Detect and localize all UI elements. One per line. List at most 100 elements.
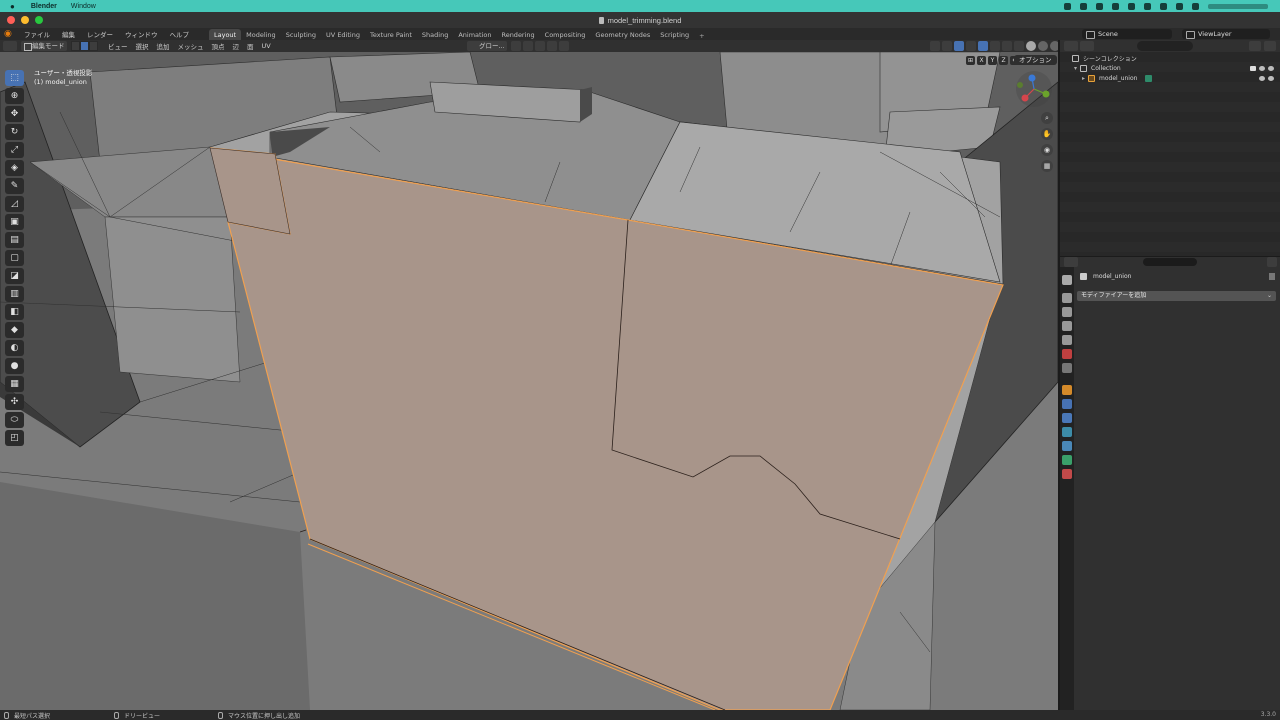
outliner-row-model-union[interactable]: ▸ model_union [1060, 73, 1280, 83]
pin-icon[interactable] [1267, 257, 1277, 267]
eye-icon[interactable] [1259, 75, 1265, 81]
menu-mesh[interactable]: メッシュ [174, 41, 208, 51]
shear-tool[interactable]: ⬭ [5, 412, 24, 428]
menu-select[interactable]: 選択 [132, 41, 153, 51]
material-shading-icon[interactable] [1038, 41, 1048, 51]
camera-view-icon[interactable]: ◉ [1041, 144, 1053, 156]
tab-modeling[interactable]: Modeling [241, 29, 281, 40]
filter-icon[interactable] [1249, 41, 1261, 51]
transform-orientation-dropdown[interactable]: グロー... [467, 41, 507, 51]
move-tool[interactable]: ✥ [5, 106, 24, 122]
3d-viewport[interactable]: ユーザー・透視投影 (1) model_union ⬚ ⊕ ✥ ↻ ⤢ ◈ ✎ … [0, 52, 1058, 710]
add-workspace-button[interactable]: + [694, 32, 709, 40]
knife-tool[interactable]: ◧ [5, 304, 24, 320]
menu-edit[interactable]: 編集 [56, 29, 81, 39]
overlay-dropdown-icon[interactable] [978, 41, 988, 51]
visibility-icon[interactable] [930, 41, 940, 51]
minimize-window-button[interactable] [21, 16, 29, 24]
collection-tab-icon[interactable] [1062, 363, 1072, 373]
material-tab-icon[interactable] [1062, 469, 1072, 479]
control-center-icon[interactable] [1192, 2, 1199, 10]
cursor-tool[interactable]: ⊕ [5, 88, 24, 104]
render-tab-icon[interactable] [1062, 293, 1072, 303]
pin-icon[interactable] [1269, 273, 1275, 280]
view-layer-selector[interactable]: ViewLayer [1182, 29, 1270, 39]
menu-render[interactable]: レンダー [81, 29, 119, 39]
properties-search-input[interactable] [1143, 258, 1197, 266]
add-cube-tool[interactable]: ▣ [5, 214, 24, 230]
shrink-fatten-tool[interactable]: ✣ [5, 394, 24, 410]
properties-editor-type-button[interactable] [1064, 257, 1078, 267]
display-mode-button[interactable] [1080, 41, 1094, 51]
editor-type-button[interactable] [3, 41, 17, 51]
edge-select-icon[interactable] [80, 41, 89, 51]
tab-animation[interactable]: Animation [453, 29, 496, 40]
overlay-toggle-icon[interactable] [966, 41, 976, 51]
menu-window[interactable]: ウィンドウ [119, 29, 164, 39]
close-window-button[interactable] [7, 16, 15, 24]
snap-target-icon[interactable] [535, 41, 545, 51]
bevel-tool[interactable]: ◪ [5, 268, 24, 284]
annotate-tool[interactable]: ✎ [5, 178, 24, 194]
expand-arrow-icon[interactable]: ▸ [1082, 75, 1085, 82]
navigation-gizmo[interactable] [1016, 71, 1052, 107]
options-dropdown[interactable]: オプション [1014, 55, 1057, 65]
camera-icon[interactable] [1268, 65, 1274, 71]
tab-geometry-nodes[interactable]: Geometry Nodes [590, 29, 655, 40]
expand-arrow-icon[interactable]: ▾ [1074, 65, 1077, 72]
select-box-tool[interactable]: ⬚ [5, 70, 24, 86]
mesh-data-icon[interactable] [1145, 74, 1153, 82]
scene-tab-icon[interactable] [1062, 335, 1072, 345]
record-icon[interactable] [1064, 2, 1071, 10]
poly-build-tool[interactable]: ◆ [5, 322, 24, 338]
world-tab-icon[interactable] [1062, 349, 1072, 359]
outliner-search-input[interactable] [1137, 41, 1193, 51]
modifier-tab-icon[interactable] [1062, 399, 1072, 409]
rotate-tool[interactable]: ↻ [5, 124, 24, 140]
solid-shading-icon[interactable] [1026, 41, 1036, 51]
view-layer-tab-icon[interactable] [1062, 321, 1072, 331]
wireframe-shading-icon[interactable] [1014, 41, 1024, 51]
extrude-tool[interactable]: ▤ [5, 232, 24, 248]
falloff-icon[interactable] [559, 41, 569, 51]
inset-tool[interactable]: ▢ [5, 250, 24, 266]
output-tab-icon[interactable] [1062, 307, 1072, 317]
scale-tool[interactable]: ⤢ [5, 142, 24, 158]
camera-icon[interactable] [1268, 75, 1274, 81]
eye-icon[interactable] [1259, 65, 1265, 71]
data-tab-icon[interactable] [1062, 455, 1072, 465]
add-modifier-button[interactable]: モディファイアーを追加 ⌄ [1077, 291, 1276, 301]
xray-icon[interactable] [1002, 41, 1012, 51]
tab-sculpting[interactable]: Sculpting [281, 29, 321, 40]
outliner-row-collection[interactable]: ▾ Collection [1060, 63, 1280, 73]
fullscreen-window-button[interactable] [35, 16, 43, 24]
gizmo-toggle-icon[interactable] [942, 41, 952, 51]
volume-icon[interactable] [1128, 2, 1135, 10]
transform-tool[interactable]: ◈ [5, 160, 24, 176]
rip-tool[interactable]: ◰ [5, 430, 24, 446]
mirror-toggle[interactable]: ⊞ [966, 56, 975, 65]
smooth-tool[interactable]: ● [5, 358, 24, 374]
menu-file[interactable]: ファイル [18, 29, 56, 39]
pan-hand-icon[interactable]: ✋ [1041, 128, 1053, 140]
dropbox-icon[interactable] [1096, 2, 1103, 10]
mesh-overlay-icon[interactable] [990, 41, 1000, 51]
gizmo-dropdown-icon[interactable] [954, 41, 964, 51]
app-icon[interactable] [1112, 2, 1119, 10]
new-collection-icon[interactable] [1264, 41, 1276, 51]
play-icon[interactable] [1080, 2, 1087, 10]
vertex-select-icon[interactable] [71, 41, 80, 51]
mirror-z-button[interactable]: Z [999, 56, 1008, 65]
tab-texture-paint[interactable]: Texture Paint [365, 29, 417, 40]
exclude-checkbox[interactable] [1250, 65, 1256, 71]
battery-icon[interactable] [1160, 2, 1167, 10]
pivot-point-icon[interactable] [511, 41, 521, 51]
tab-uv-editing[interactable]: UV Editing [321, 29, 365, 40]
apple-menu-icon[interactable]: ● [10, 2, 15, 11]
window-menu[interactable]: Window [71, 3, 96, 10]
zoom-icon[interactable]: ⌕ [1041, 112, 1053, 124]
menu-add[interactable]: 追加 [153, 41, 174, 51]
blender-logo-icon[interactable]: ◉ [4, 29, 14, 39]
tab-shading[interactable]: Shading [417, 29, 453, 40]
menu-vertex[interactable]: 頂点 [208, 41, 229, 51]
